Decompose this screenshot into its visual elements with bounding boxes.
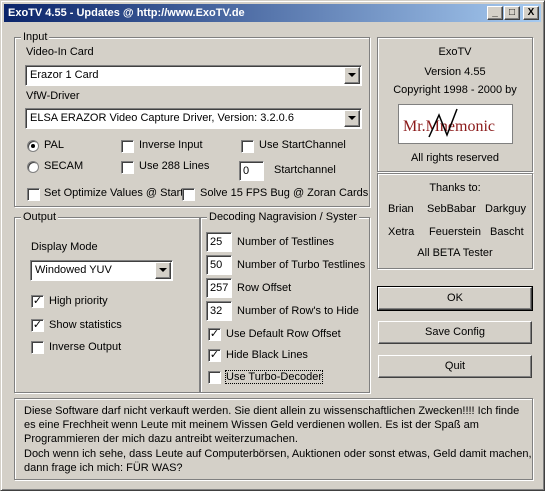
inverse-input-checkbox[interactable] — [121, 140, 134, 153]
chevron-down-icon[interactable] — [344, 67, 360, 84]
testlines-input[interactable]: 25 — [206, 232, 232, 252]
thanks-name: Xetra — [388, 226, 415, 238]
chevron-down-icon[interactable] — [155, 262, 171, 279]
app-window: ExoTV 4.55 - Updates @ http://www.ExoTV.… — [0, 0, 545, 491]
row-offset-label: Row Offset — [237, 282, 292, 294]
turbo-testlines-label: Number of Turbo Testlines — [237, 259, 366, 271]
decoding-group-title: Decoding Nagravision / Syster — [207, 211, 359, 224]
rows-to-hide-label: Number of Row's to Hide — [237, 305, 359, 317]
pal-label: PAL — [44, 139, 64, 151]
notice-line: Doch wenn ich sehe, dass Leute auf Compu… — [24, 448, 532, 460]
hide-black-lines-label: Hide Black Lines — [226, 349, 308, 361]
turbo-decoder-checkbox[interactable] — [208, 371, 221, 384]
high-priority-checkbox[interactable]: ✓ — [31, 295, 44, 308]
testlines-label: Number of Testlines — [237, 236, 335, 248]
show-statistics-checkbox[interactable]: ✓ — [31, 319, 44, 332]
optimize-values-checkbox[interactable] — [27, 188, 40, 201]
optimize-values-label: Set Optimize Values @ Start — [44, 187, 184, 199]
use-288-lines-label: Use 288 Lines — [139, 160, 210, 172]
vfw-value: ELSA ERAZOR Video Capture Driver, Versio… — [30, 112, 294, 124]
app-version: Version 4.55 — [424, 66, 486, 78]
video-in-value: Erazor 1 Card — [30, 69, 99, 81]
logo-zigzag-icon — [428, 108, 458, 138]
turbo-testlines-input[interactable]: 50 — [206, 255, 232, 275]
mr-mnemonic-logo: Mr.Mnemonic — [398, 104, 513, 144]
ok-button[interactable]: OK — [377, 286, 533, 311]
notice-line: Diese Software darf nicht verkauft werde… — [24, 405, 520, 417]
chevron-down-icon[interactable] — [344, 110, 360, 127]
thanks-name: Brian — [388, 203, 414, 215]
notice-line: Programmieren der mich dazu antreibt wei… — [24, 433, 298, 445]
display-mode-value: Windowed YUV — [35, 264, 112, 276]
solve-fps-bug-checkbox[interactable] — [182, 188, 195, 201]
use-startchannel-checkbox[interactable] — [241, 140, 254, 153]
app-name: ExoTV — [438, 46, 472, 58]
hide-black-lines-checkbox[interactable]: ✓ — [208, 349, 221, 362]
maximize-button[interactable]: □ — [504, 6, 520, 20]
save-config-button[interactable]: Save Config — [378, 321, 532, 344]
quit-button[interactable]: Quit — [378, 355, 532, 378]
rights-text: All rights reserved — [410, 152, 500, 164]
vfw-label: VfW-Driver — [26, 90, 80, 102]
output-group-title: Output — [21, 211, 59, 224]
solve-fps-bug-label: Solve 15 FPS Bug @ Zoran Cards — [200, 187, 369, 199]
default-row-offset-label: Use Default Row Offset — [226, 328, 341, 340]
window-title: ExoTV 4.55 - Updates @ http://www.ExoTV.… — [8, 7, 245, 19]
display-mode-select[interactable]: Windowed YUV — [30, 260, 173, 281]
turbo-decoder-label: Use Turbo-Decoder — [225, 370, 323, 384]
default-row-offset-checkbox[interactable]: ✓ — [208, 328, 221, 341]
thanks-title: Thanks to: — [429, 182, 481, 194]
vfw-select[interactable]: ELSA ERAZOR Video Capture Driver, Versio… — [25, 108, 362, 129]
video-in-select[interactable]: Erazor 1 Card — [25, 65, 362, 86]
input-group-title: Input — [21, 31, 50, 44]
startchannel-input[interactable]: 0 — [239, 161, 264, 181]
inverse-output-label: Inverse Output — [49, 341, 122, 353]
video-in-label: Video-In Card — [26, 46, 94, 58]
minimize-button[interactable]: _ — [487, 6, 503, 20]
secam-radio[interactable] — [27, 161, 39, 173]
pal-radio[interactable] — [27, 140, 39, 152]
secam-label: SECAM — [44, 160, 84, 172]
show-statistics-label: Show statistics — [49, 319, 122, 331]
thanks-name: SebBabar — [427, 203, 476, 215]
rows-to-hide-input[interactable]: 32 — [206, 301, 232, 321]
copyright-text: Copyright 1998 - 2000 by — [393, 84, 517, 96]
close-button[interactable]: X — [523, 6, 539, 20]
inverse-input-label: Inverse Input — [139, 139, 203, 151]
thanks-name: Bascht — [490, 226, 524, 238]
startchannel-label: Startchannel — [274, 164, 336, 176]
row-offset-input[interactable]: 257 — [206, 278, 232, 298]
use-288-lines-checkbox[interactable] — [121, 161, 134, 174]
thanks-name: Feuerstein — [429, 226, 481, 238]
thanks-name: Darkguy — [485, 203, 526, 215]
inverse-output-checkbox[interactable] — [31, 341, 44, 354]
title-bar[interactable]: ExoTV 4.55 - Updates @ http://www.ExoTV.… — [4, 4, 541, 22]
beta-tester-text: All BETA Tester — [417, 247, 493, 259]
use-startchannel-label: Use StartChannel — [259, 139, 346, 151]
notice-line: dann frage ich mich: FÜR WAS? — [24, 462, 183, 474]
high-priority-label: High priority — [49, 295, 108, 307]
display-mode-label: Display Mode — [31, 241, 98, 253]
notice-line: es eine Frechheit wenn Leute mit meinem … — [24, 419, 479, 431]
